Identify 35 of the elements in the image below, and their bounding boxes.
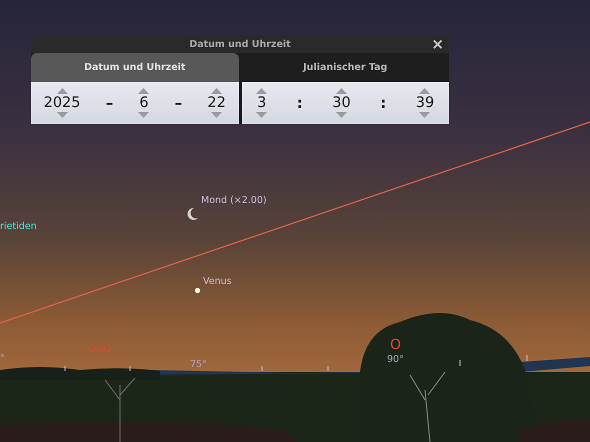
increment-arrow-icon[interactable] <box>256 88 268 94</box>
decrement-arrow-icon[interactable] <box>336 112 347 118</box>
azimuth-label: 75° <box>190 360 207 370</box>
increment-arrow-icon[interactable] <box>419 88 430 94</box>
increment-arrow-icon[interactable] <box>336 88 347 94</box>
spinner-value[interactable]: 39 <box>416 95 434 111</box>
decrement-arrow-icon[interactable] <box>211 112 222 118</box>
separator-label: : <box>380 94 386 112</box>
meteor-shower-label: rietiden <box>0 222 37 232</box>
spinner-value[interactable]: 2025 <box>44 95 81 111</box>
dialog-title: Datum und Uhrzeit <box>189 38 291 50</box>
decrement-arrow-icon[interactable] <box>419 112 430 118</box>
tab[interactable]: Datum und Uhrzeit <box>31 53 238 82</box>
planet-label: Venus <box>203 277 232 286</box>
spinner-value[interactable]: 3 <box>257 95 266 111</box>
spinner-value[interactable]: 30 <box>332 95 351 111</box>
separator-label: – <box>174 94 182 112</box>
close-button[interactable]: × <box>429 35 446 53</box>
decrement-arrow-icon[interactable] <box>256 112 268 118</box>
increment-arrow-icon[interactable] <box>138 88 150 94</box>
venus-icon <box>194 288 200 294</box>
compass-point-label: O <box>390 338 402 352</box>
azimuth-label: 90° <box>387 355 404 364</box>
separator-label: – <box>106 94 114 112</box>
compass-point-label: ONO <box>88 345 112 355</box>
separator-label: : <box>296 94 303 112</box>
increment-arrow-icon[interactable] <box>56 88 68 94</box>
increment-arrow-icon[interactable] <box>211 88 222 94</box>
azimuth-label: ° <box>0 354 5 364</box>
moon-icon <box>188 208 198 220</box>
spinner-value[interactable]: 22 <box>207 95 226 111</box>
spinner-value[interactable]: 6 <box>139 95 149 111</box>
planet-label: Mond (×2.00) <box>201 196 267 206</box>
decrement-arrow-icon[interactable] <box>56 112 68 118</box>
decrement-arrow-icon[interactable] <box>138 112 150 118</box>
